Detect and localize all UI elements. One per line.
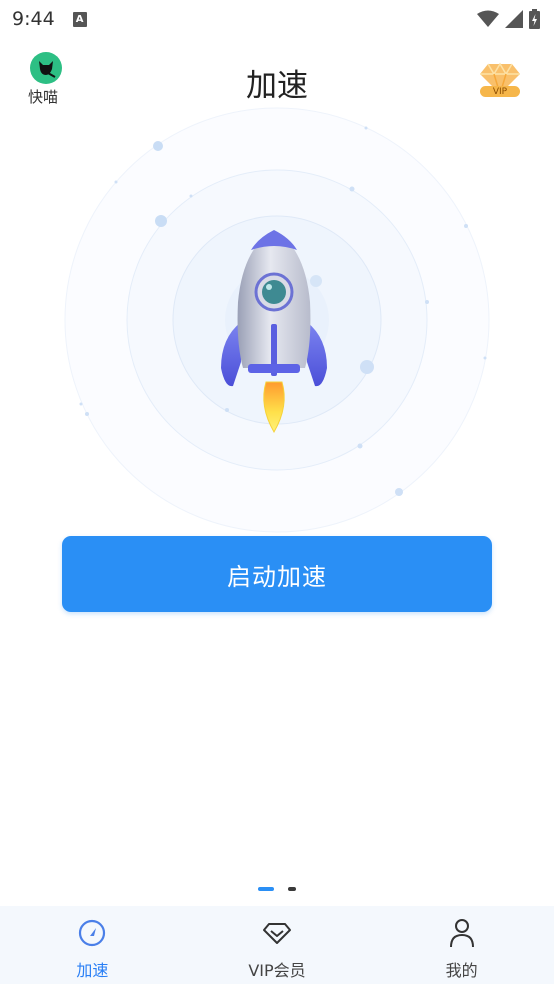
particle — [364, 126, 368, 130]
tab-label: VIP会员 — [248, 961, 306, 980]
tab-label: 加速 — [76, 961, 109, 980]
particle — [464, 224, 468, 228]
tab-mine[interactable]: 我的 — [369, 906, 554, 984]
particle — [189, 194, 193, 198]
speedometer-icon — [77, 916, 107, 950]
status-bar: 9:44 A — [0, 0, 554, 38]
status-time: 9:44 — [12, 8, 55, 30]
particle — [349, 186, 355, 192]
tab-vip-member[interactable]: VIP会员 — [185, 906, 370, 984]
start-acceleration-button[interactable]: 启动加速 — [62, 536, 492, 612]
particle — [85, 412, 89, 416]
particle — [155, 215, 167, 227]
particle — [360, 360, 374, 374]
page-indicator — [0, 887, 554, 891]
cell-signal-icon — [505, 10, 523, 28]
diamond-icon — [262, 916, 292, 950]
tab-accelerate[interactable]: 加速 — [0, 906, 185, 984]
particle — [310, 275, 322, 287]
page-title: 加速 — [246, 68, 308, 104]
wifi-icon — [477, 10, 499, 27]
particle — [153, 141, 163, 151]
particle — [483, 356, 487, 360]
rocket-base — [248, 364, 300, 373]
particle — [425, 300, 429, 304]
particle — [357, 443, 363, 449]
particle — [79, 402, 83, 406]
page-dot — [288, 887, 296, 891]
bottom-tab-bar: 加速 VIP会员 我的 — [0, 906, 554, 984]
tab-label: 我的 — [445, 961, 478, 980]
notification-a-icon: A — [72, 11, 87, 27]
person-icon — [447, 916, 477, 950]
status-bar-right — [477, 9, 540, 29]
particle — [114, 180, 118, 184]
status-bar-left: 9:44 A — [12, 8, 87, 30]
vip-button[interactable]: VIP — [476, 60, 524, 100]
particle — [395, 488, 403, 496]
rocket-illustration — [61, 106, 493, 538]
particle — [225, 408, 229, 412]
page-dot-active — [258, 887, 274, 891]
vip-badge-label: VIP — [492, 87, 508, 97]
battery-icon — [529, 9, 540, 29]
